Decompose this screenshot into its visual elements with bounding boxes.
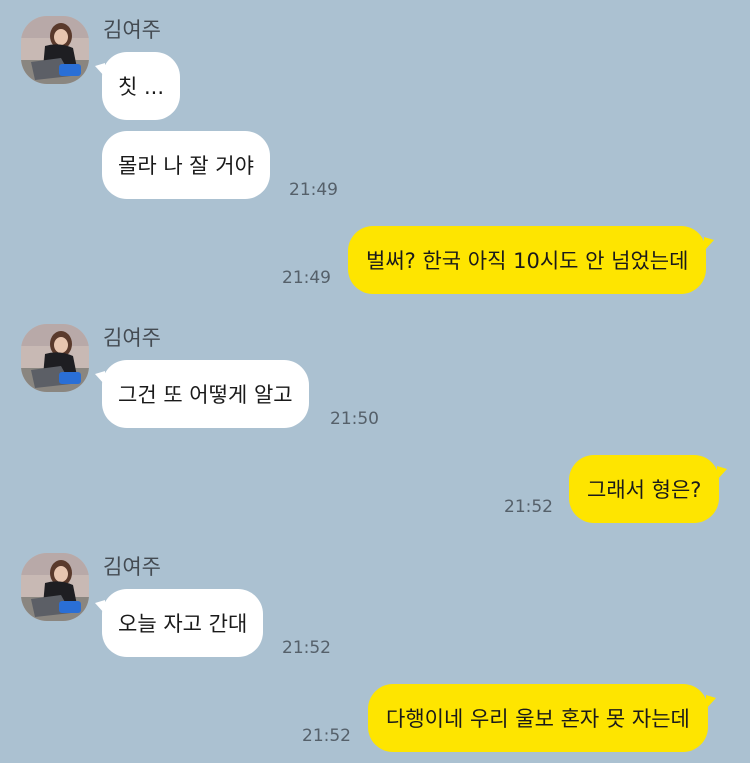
profile-photo-icon [21,16,89,84]
sender-avatar[interactable] [21,553,89,621]
bubble-tail [95,371,105,385]
sender-avatar[interactable] [21,324,89,392]
message-timestamp: 21:52 [282,638,331,658]
bubble-tail [704,237,715,251]
incoming-message-bubble[interactable]: 몰라 나 잘 거야 [102,131,270,199]
bubble-tail [95,600,105,614]
incoming-message-bubble[interactable]: 그건 또 어떻게 알고 [95,360,309,428]
sender-name: 김여주 [103,18,161,42]
message-text: 그건 또 어떻게 알고 [118,383,293,407]
message-text: 그래서 형은? [587,478,702,502]
message-timestamp: 21:52 [504,497,553,517]
sender-name: 김여주 [103,326,161,350]
profile-photo-icon [21,553,89,621]
outgoing-message-bubble[interactable]: 다행이네 우리 울보 혼자 못 자는데 [368,684,716,752]
incoming-message-bubble[interactable]: 오늘 자고 간대 [95,589,264,657]
message-text: 벌써? 한국 아직 10시도 안 넘었는데 [366,249,689,273]
message-timestamp: 21:50 [330,409,379,429]
outgoing-message-bubble[interactable]: 벌써? 한국 아직 10시도 안 넘었는데 [348,226,715,294]
bubble-tail [95,63,105,77]
incoming-message-bubble[interactable]: 칫 ... [95,52,181,120]
message-text: 오늘 자고 간대 [118,612,248,636]
message-text: 다행이네 우리 울보 혼자 못 자는데 [386,707,690,731]
bubble-tail [705,695,716,709]
sender-name: 김여주 [103,555,161,579]
message-timestamp: 21:49 [289,180,338,200]
profile-photo-icon [21,324,89,392]
message-timestamp: 21:49 [282,268,331,288]
message-timestamp: 21:52 [302,726,351,746]
sender-avatar[interactable] [21,16,89,84]
bubble-tail [717,466,728,480]
message-text: 칫 ... [118,75,165,99]
message-text: 몰라 나 잘 거야 [118,154,254,178]
outgoing-message-bubble[interactable]: 그래서 형은? [569,455,728,523]
